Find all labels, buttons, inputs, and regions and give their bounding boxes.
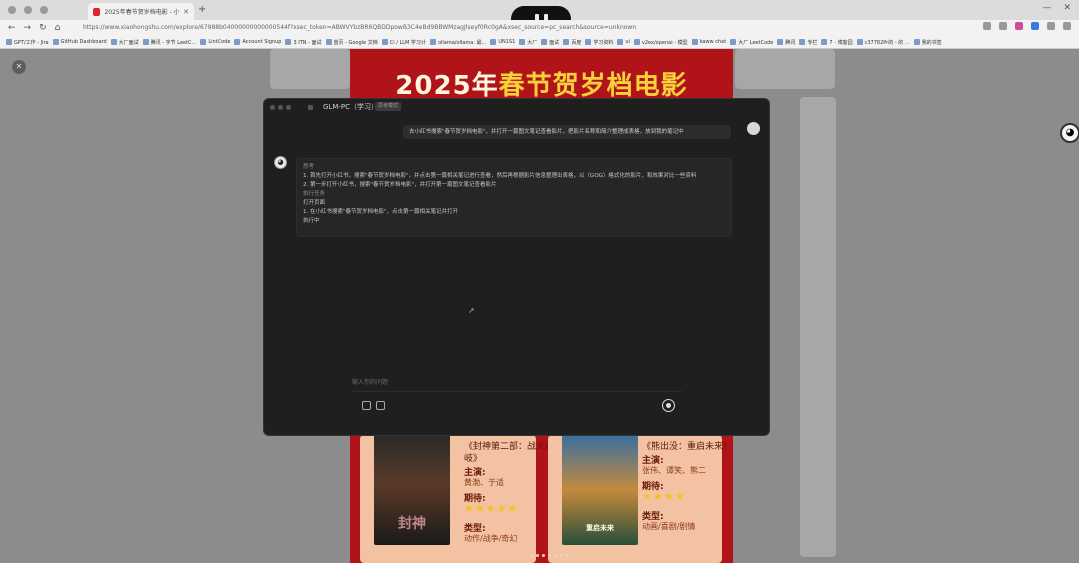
status-line: 执行中 [303, 218, 320, 224]
genre-value: 动画/喜剧/剧情 [642, 522, 696, 531]
window-close-dot[interactable] [8, 6, 16, 14]
reload-icon[interactable]: ↻ [39, 23, 47, 33]
chat-input[interactable]: 输入你的问题 [352, 373, 682, 419]
url-input[interactable]: https://www.xiaohongshu.com/explore/6798… [75, 22, 655, 34]
message-line: 1. 首先打开小红书，搜索"春节贺岁档电影"，并点击第一篇相关笔记进行查看，然后… [303, 173, 697, 179]
forward-icon[interactable]: → [24, 23, 32, 33]
bookmark-item[interactable]: 腾讯 - 字节 LeetC... [142, 39, 196, 46]
bookmark-item[interactable]: 腾讯 [777, 39, 795, 46]
sidebar-toggle-icon[interactable] [308, 105, 313, 110]
assistant-chat-window: GLM-PC（学习） 思考模式 去小红书搜索"春节贺岁档电影"，并打开一篇图文笔… [263, 98, 770, 436]
message-line: 思考 [303, 164, 315, 170]
extension-icon[interactable] [999, 22, 1007, 30]
chat-max-dot[interactable] [286, 105, 291, 110]
bookmark-item[interactable]: c37782Pr的 - 的 ... [856, 39, 910, 46]
assistant-avatar: ◕ [274, 156, 287, 169]
chat-title: GLM-PC（学习） [323, 103, 378, 111]
bookmark-item[interactable]: 7 - 博客园 [821, 39, 853, 46]
home-icon[interactable]: ⌂ [55, 23, 61, 33]
folder-icon[interactable] [376, 401, 385, 410]
movie-card: 封神 《封神第二部：战火西岐》 主演: 黄渤、于适 期待: ★★★★★ 类型: … [360, 435, 554, 563]
background-card [800, 97, 836, 557]
movie-title: 《熊出没：重启未来》 [642, 442, 733, 452]
chat-titlebar[interactable]: GLM-PC（学习） 思考模式 [264, 99, 769, 115]
back-icon[interactable]: ← [8, 23, 16, 33]
close-icon[interactable]: ✕ [183, 8, 189, 16]
background-card [270, 49, 350, 89]
window-min-dot[interactable] [24, 6, 32, 14]
send-stop-button[interactable] [662, 399, 675, 412]
bookmark-item[interactable]: v2ex/openai - 模型 [633, 39, 688, 46]
bookmark-item[interactable]: 大厂面试 [110, 39, 139, 46]
bookmark-item[interactable]: 大厂 [519, 39, 537, 46]
carousel-dots[interactable] [530, 554, 569, 557]
movie-poster: 重启未来 [562, 435, 638, 545]
xiaohongshu-favicon-icon [93, 7, 101, 16]
chat-close-dot[interactable] [270, 105, 275, 110]
genre-value: 动作/战争/奇幻 [464, 534, 518, 543]
tab-title: 2025年春节贺岁档电影 - 小红书 [104, 9, 180, 16]
mouse-cursor-icon: ➚ [468, 306, 475, 315]
bookmark-item[interactable]: 3 ITN - 面试 [285, 39, 322, 46]
bookmark-item[interactable]: Account Signup [234, 39, 281, 45]
bookmark-item[interactable]: GitHub Dashboard [52, 39, 107, 45]
bookmark-item[interactable]: LintCode [200, 39, 230, 45]
rating-stars: ★★★★★ [464, 502, 519, 515]
user-avatar [747, 122, 760, 135]
movie-card: 重启未来 《熊出没：重启未来》 主演: 张伟、谭笑、熊二 期待: ★★★★ 类型… [548, 435, 732, 563]
input-placeholder: 输入你的问题 [352, 379, 389, 386]
close-window-icon[interactable]: ✕ [1063, 3, 1071, 13]
lead-value: 张伟、谭笑、熊二 [642, 466, 706, 475]
extension-icon[interactable] [983, 22, 991, 30]
browser-tabbar: 2025年春节贺岁档电影 - 小红书 ✕ + — ✕ [0, 0, 1079, 32]
message-line: 1. 在小红书搜索"春节贺岁档电影"，点击第一篇相关笔记并打开 [303, 209, 459, 215]
bookmark-item[interactable]: Ci / LLM 学习计 [381, 39, 426, 46]
extension-icon[interactable] [1015, 22, 1023, 30]
bookmark-item[interactable]: 专栏 [799, 39, 817, 46]
bookmark-item[interactable]: 学习资料 [585, 39, 613, 46]
rating-stars: ★★★★ [642, 490, 686, 503]
background-card [735, 49, 835, 89]
movie-poster: 封神 [374, 435, 450, 545]
close-note-icon[interactable]: ✕ [12, 60, 26, 74]
bookmark-item[interactable]: GPT/工作 - Jira [6, 39, 49, 46]
extension-icon[interactable] [1031, 22, 1039, 30]
minimize-icon[interactable]: — [1042, 3, 1051, 13]
bookmark-item[interactable]: 大厂 LeetCode [730, 39, 773, 46]
menu-icon[interactable] [1063, 22, 1071, 30]
user-message: 去小红书搜索"春节贺岁档电影"，并打开一篇图文笔记查看影片，把影片名称和简介整理… [403, 125, 731, 139]
floating-assistant-avatar[interactable]: ◕ [1060, 123, 1079, 143]
message-line: 2. 第一步打开小红书，搜索"春节贺岁档电影"，并打开第一篇图文笔记查看影片 [303, 182, 497, 188]
tab-xiaohongshu[interactable]: 2025年春节贺岁档电影 - 小红书 ✕ [88, 3, 194, 20]
mode-badge[interactable]: 思考模式 [375, 102, 402, 111]
chat-min-dot[interactable] [278, 105, 283, 110]
bookmark-item[interactable]: 面试 [541, 39, 559, 46]
message-line: 执行任务 [303, 191, 326, 197]
window-max-dot[interactable] [40, 6, 48, 14]
bookmark-item[interactable]: 我的书签 [913, 39, 942, 46]
bookmark-item[interactable]: kaww chat [691, 39, 726, 45]
bookmark-item[interactable]: 百度 [563, 39, 581, 46]
bookmarks-bar: GPT/工作 - Jira GitHub Dashboard 大厂面试 腾讯 -… [0, 36, 1079, 49]
poster-title: 2025年春节贺岁档电影 [395, 71, 688, 101]
bookmark-item[interactable]: ui [617, 39, 630, 45]
bookmark-item[interactable]: 首页 - Google 文档 [325, 39, 378, 46]
lead-value: 黄渤、于适 [464, 478, 504, 487]
message-line: 打开页面 [303, 200, 326, 206]
profile-icon[interactable] [1047, 22, 1055, 30]
movie-title: 《封神第二部：战火西岐》 [464, 442, 555, 464]
new-tab-plus-icon[interactable]: + [198, 4, 206, 15]
address-bar-row: ← → ↻ ⌂ https://www.xiaohongshu.com/expl… [0, 20, 1079, 36]
bookmark-item[interactable]: ollama/ollama: 最... [429, 39, 486, 46]
bookmark-item[interactable]: UN1S1 [490, 39, 515, 45]
assistant-message: 思考 1. 首先打开小红书，搜索"春节贺岁档电影"，并点击第一篇相关笔记进行查看… [296, 158, 732, 237]
screenshot-icon[interactable] [362, 401, 371, 410]
